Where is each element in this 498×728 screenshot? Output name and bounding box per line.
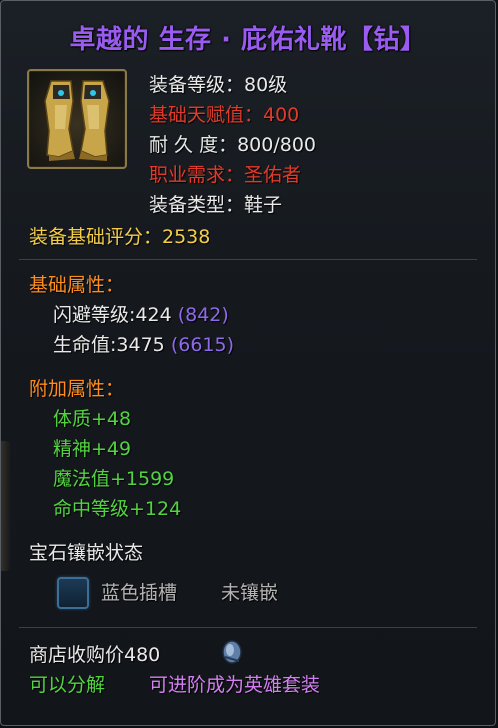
- extra-attribute: 魔法值+1599: [53, 468, 175, 490]
- durability: 耐 久 度：800/800: [149, 134, 317, 156]
- base-talent: 基础天赋值：400: [149, 104, 300, 126]
- item-tooltip: 卓越的 生存 · 庇佑礼靴【钻】 装备等级：80级 基础天赋值：400 耐 久 …: [0, 0, 496, 726]
- extra-attributes-header: 附加属性：: [29, 378, 125, 400]
- gem-slot-label: 蓝色插槽: [101, 582, 178, 604]
- blue-gem-slot-icon[interactable]: [57, 577, 89, 609]
- attribute-label: 闪避等级:424: [53, 304, 172, 326]
- equipment-score: 装备基础评分：2538: [29, 226, 211, 248]
- extra-attribute: 精神+49: [53, 438, 132, 460]
- gem-status-header: 宝石镶嵌状态: [29, 542, 144, 564]
- extra-attribute: 体质+48: [53, 408, 132, 430]
- base-attributes-header: 基础属性：: [29, 274, 125, 296]
- equip-type: 装备类型：鞋子: [149, 194, 283, 216]
- upgrade-label: 可进阶成为英雄套装: [149, 674, 321, 696]
- boots-icon[interactable]: [27, 69, 127, 169]
- divider: [19, 259, 477, 260]
- attribute-label: 生命值:3475: [53, 334, 165, 356]
- class-requirement: 职业需求：圣佑者: [149, 164, 302, 186]
- extra-attribute: 命中等级+124: [53, 498, 182, 520]
- item-level: 装备等级：80级: [149, 74, 288, 96]
- attribute-bonus: (6615): [170, 334, 234, 356]
- divider: [19, 627, 477, 628]
- coin-icon: [219, 639, 245, 669]
- attribute-row: 生命值:3475 (6615): [53, 333, 234, 357]
- frame-decoration: [1, 441, 11, 571]
- decomposable-label: 可以分解: [29, 674, 106, 696]
- item-title: 卓越的 生存 · 庇佑礼靴【钻】: [69, 25, 427, 55]
- attribute-row: 闪避等级:424 (842): [53, 303, 229, 327]
- shop-price: 商店收购价480: [29, 644, 161, 666]
- attribute-bonus: (842): [177, 304, 229, 326]
- gem-slot-status: 未镶嵌: [221, 582, 279, 604]
